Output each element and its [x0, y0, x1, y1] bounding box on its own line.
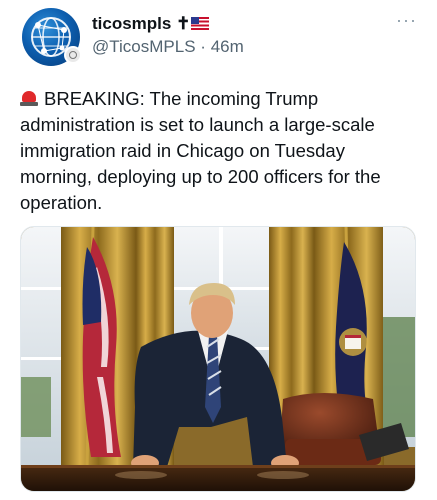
more-options-icon[interactable]: ··· — [396, 10, 417, 31]
author-name-row[interactable]: ticosmpls ✝ — [92, 14, 210, 34]
affiliate-badge-icon — [64, 46, 82, 64]
separator: · — [200, 37, 206, 56]
oval-office-photo — [21, 227, 415, 491]
tweet-text: BREAKING: The incoming Trump administrat… — [20, 86, 420, 216]
police-siren-icon — [20, 90, 38, 106]
display-name[interactable]: ticosmpls — [92, 14, 171, 33]
handle-row: @TicosMPLS · 46m — [92, 37, 244, 57]
timestamp[interactable]: 46m — [211, 37, 244, 56]
breaking-label: BREAKING: — [44, 88, 145, 109]
tweet-media-image[interactable] — [20, 226, 416, 492]
us-flag-icon — [191, 17, 210, 30]
handle[interactable]: @TicosMPLS — [92, 37, 196, 56]
tweet-card[interactable]: ticosmpls ✝ @TicosMPLS · 46m ··· BREAKIN… — [0, 0, 437, 500]
cross-icon: ✝ — [176, 14, 191, 33]
